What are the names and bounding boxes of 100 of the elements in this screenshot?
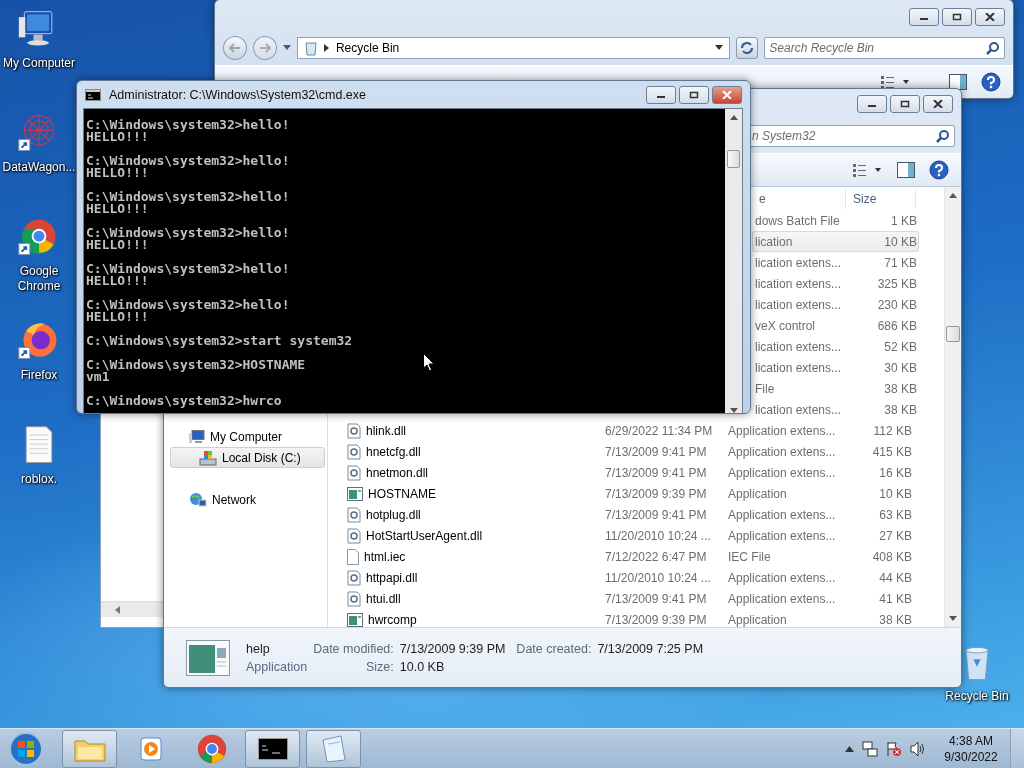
file-row[interactable]: httpapi.dll 11/20/2010 10:24 ... Application extens... 44 KB xyxy=(334,567,915,588)
file-row[interactable]: HOSTNAME 7/13/2009 9:39 PM Application 10 KB xyxy=(334,483,915,504)
file-row[interactable]: html.iec 7/12/2022 6:47 PM IEC File 408 KB xyxy=(334,546,915,567)
file-row[interactable]: lication extens... 38 KB xyxy=(752,399,919,420)
close-button[interactable] xyxy=(975,8,1005,26)
scrollbar[interactable] xyxy=(725,109,742,413)
type-cell-text: lication extens... xyxy=(754,255,843,270)
address-bar[interactable]: Recycle Bin xyxy=(296,36,731,59)
type-cell-text: lication extens... xyxy=(754,339,843,354)
nav-item[interactable]: Network xyxy=(170,489,325,510)
icon-label[interactable]: DataWagon... xyxy=(0,160,78,175)
clock-time: 4:38 AM xyxy=(949,732,993,749)
icon-label[interactable]: Google Chrome xyxy=(0,264,78,294)
type-cell-text: Application extens... xyxy=(727,570,837,585)
gear-file-icon xyxy=(347,422,361,439)
help-icon[interactable] xyxy=(981,72,1001,92)
chevron-icon[interactable] xyxy=(323,43,330,52)
type-cell-text: lication extens... xyxy=(754,276,843,291)
scrollbar[interactable] xyxy=(944,187,961,627)
minimize-button[interactable] xyxy=(909,8,939,26)
console-line: C:\Windows\system32>hello! xyxy=(86,263,290,275)
maximize-button[interactable] xyxy=(890,95,920,113)
file-row[interactable]: HotStartUserAgent.dll 11/20/2010 10:24 ... Application extens... 27 KB xyxy=(334,525,915,546)
scrollbar-thumb[interactable] xyxy=(727,150,740,168)
file-row[interactable]: lication extens... 52 KB xyxy=(752,336,919,357)
minimize-button[interactable] xyxy=(857,95,887,113)
file-row[interactable]: hlink.dll 6/29/2022 11:34 PM Application extens... 112 KB xyxy=(334,420,915,441)
file-row[interactable]: lication extens... 30 KB xyxy=(752,357,919,378)
column-header[interactable]: Size xyxy=(846,188,916,209)
scroll-down-icon[interactable] xyxy=(729,408,738,413)
folder-button[interactable] xyxy=(62,729,117,768)
search-icon[interactable] xyxy=(936,129,950,143)
size-cell-text: 30 KB xyxy=(883,360,917,375)
icon-label[interactable]: Firefox xyxy=(0,368,78,383)
nav-item[interactable]: My Computer xyxy=(170,426,325,447)
file-row[interactable]: lication extens... 325 KB xyxy=(752,273,919,294)
scrollbar-thumb[interactable] xyxy=(946,326,960,342)
file-row[interactable]: lication extens... 71 KB xyxy=(752,252,919,273)
file-row[interactable]: veX control 686 KB xyxy=(752,315,919,336)
file-row[interactable]: File 38 KB xyxy=(752,378,919,399)
maximize-icon xyxy=(952,13,962,21)
type-cell-text: veX control xyxy=(754,318,817,333)
notepad-button[interactable] xyxy=(306,729,361,768)
view-options-icon[interactable] xyxy=(881,75,911,89)
start-button[interactable] xyxy=(6,729,46,768)
refresh-button[interactable] xyxy=(736,36,759,59)
preview-pane-icon[interactable] xyxy=(949,74,967,90)
file-row[interactable]: lication extens... 230 KB xyxy=(752,294,919,315)
gear-file-icon xyxy=(347,506,361,523)
application-icon xyxy=(186,639,230,676)
column-header[interactable]: e xyxy=(752,188,846,209)
scroll-left-icon[interactable] xyxy=(115,605,120,614)
file-row[interactable]: htui.dll 7/13/2009 9:41 PM Application extens... 41 KB xyxy=(334,588,915,609)
network-icon[interactable] xyxy=(862,740,878,757)
file-name: hnetcfg.dll xyxy=(366,444,421,459)
maximize-button[interactable] xyxy=(942,8,972,26)
type-cell-text: Application extens... xyxy=(727,507,837,522)
console-output: HELLO!!! xyxy=(86,275,149,287)
close-button[interactable] xyxy=(923,95,953,113)
globe-network-icon xyxy=(189,491,207,508)
file-row[interactable]: hnetcfg.dll 7/13/2009 9:41 PM Application extens... 415 KB xyxy=(334,441,915,462)
file-name: httpapi.dll xyxy=(366,570,418,585)
search-icon[interactable] xyxy=(986,40,1000,55)
type-cell-text: IEC File xyxy=(727,549,772,564)
type-cell-text: Application extens... xyxy=(727,528,837,543)
maximize-button[interactable] xyxy=(679,85,709,104)
clock[interactable]: 4:38 AM 9/30/2022 xyxy=(940,732,1002,765)
flag-icon[interactable] xyxy=(886,740,902,757)
preview-pane-icon[interactable] xyxy=(897,162,915,178)
gear-file-icon xyxy=(347,443,361,460)
nav-item[interactable]: Local Disk (C:) xyxy=(170,447,325,468)
chevron-up-icon[interactable] xyxy=(845,745,854,752)
help-icon[interactable] xyxy=(929,160,949,180)
console-output: HELLO!!! xyxy=(86,203,149,215)
file-row[interactable]: lication 10 KB xyxy=(752,231,919,252)
gear-file-icon xyxy=(347,569,361,586)
size-cell-text: 38 KB xyxy=(878,612,912,627)
file-row[interactable]: hnetmon.dll 7/13/2009 9:41 PM Application extens... 16 KB xyxy=(334,462,915,483)
scroll-down-icon[interactable] xyxy=(949,616,957,621)
size-cell-text: 71 KB xyxy=(883,255,917,270)
minimize-button[interactable] xyxy=(646,85,676,104)
type-cell-text: lication extens... xyxy=(754,297,843,312)
icon-label[interactable]: My Computer xyxy=(0,56,78,71)
icon-label[interactable]: roblox. xyxy=(0,472,78,487)
console-button[interactable] xyxy=(245,729,300,768)
view-options-icon[interactable] xyxy=(853,163,883,177)
speaker-icon[interactable] xyxy=(910,740,926,757)
close-icon xyxy=(722,90,732,99)
date-cell-text: 7/13/2009 9:39 PM xyxy=(605,486,708,501)
caret-icon[interactable] xyxy=(282,44,291,51)
type-cell-text: File xyxy=(754,381,776,396)
file-row[interactable]: hotplug.dll 7/13/2009 9:41 PM Application extens... 63 KB xyxy=(334,504,915,525)
scroll-up-icon[interactable] xyxy=(729,115,738,120)
search-field[interactable]: Search Recycle Bin xyxy=(764,36,1005,59)
file-row[interactable]: hwrcomp 7/13/2009 9:39 PM Application 38 KB xyxy=(334,609,915,627)
scroll-up-icon[interactable] xyxy=(949,193,957,198)
maximize-icon xyxy=(900,100,910,108)
caret-icon[interactable] xyxy=(715,44,724,51)
file-row[interactable]: dows Batch File 1 KB xyxy=(752,210,919,231)
size-cell-text: 63 KB xyxy=(878,507,912,522)
